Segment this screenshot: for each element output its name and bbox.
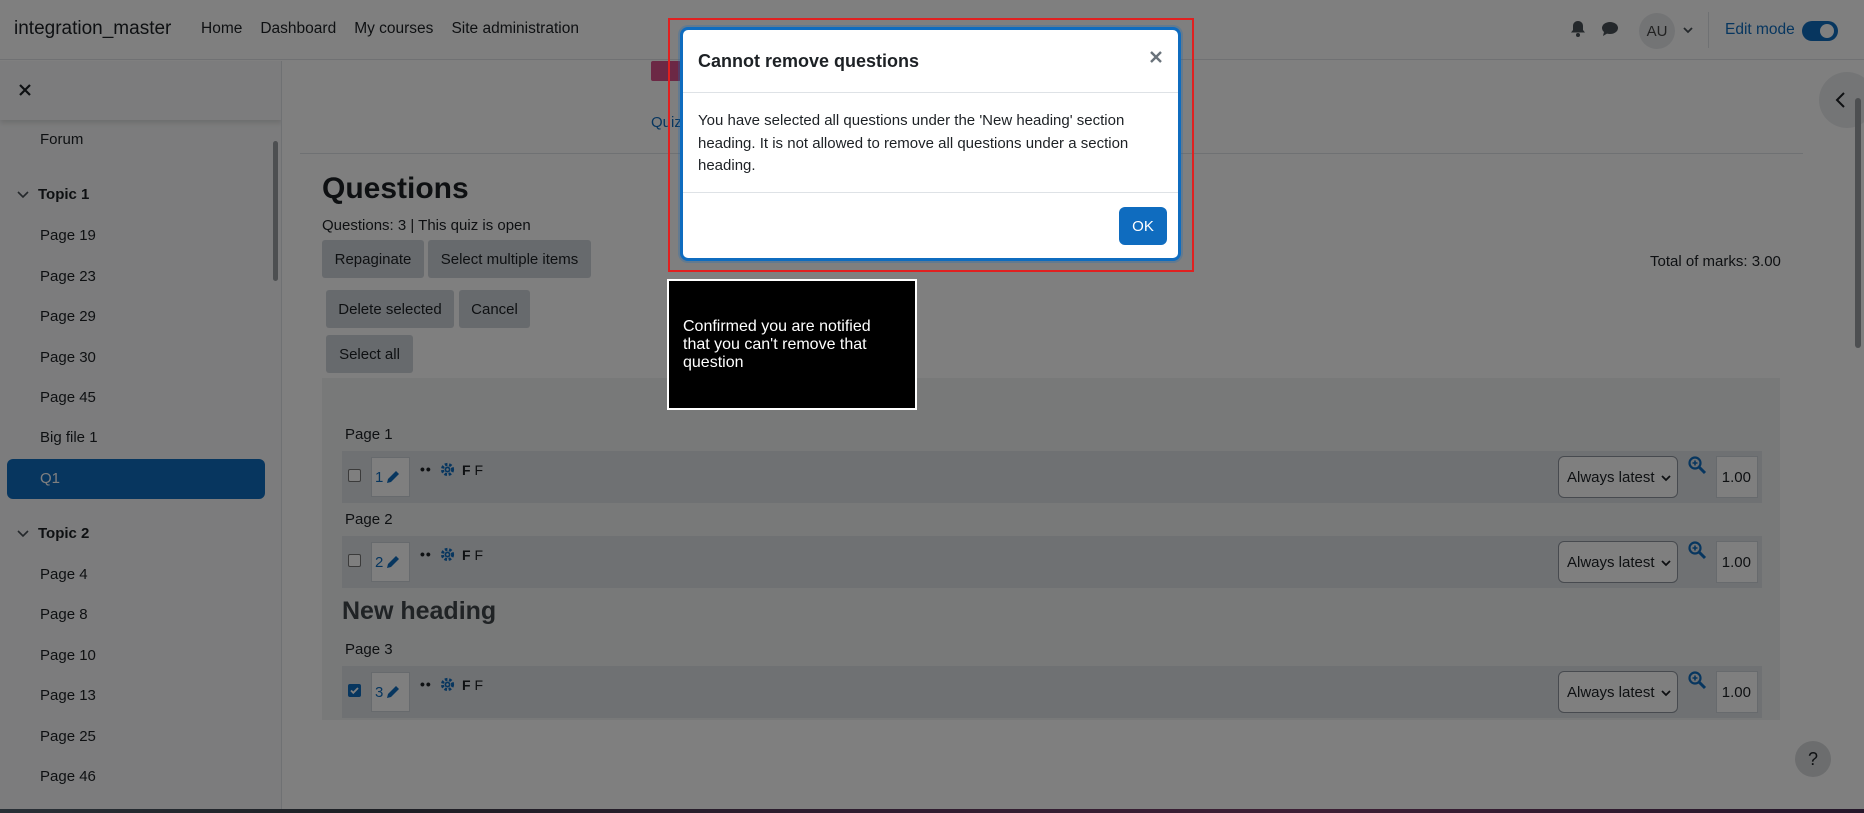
dialog-title: Cannot remove questions [698,51,920,71]
dialog-body: You have selected all questions under th… [698,112,1129,174]
close-icon[interactable] [1147,48,1165,66]
cannot-remove-dialog: Cannot remove questions You have selecte… [680,27,1181,261]
dialog-divider [683,192,1178,193]
ok-button[interactable]: OK [1119,207,1167,245]
dialog-divider [683,92,1178,93]
annotation-callout: Confirmed you are notified that you can'… [667,279,917,410]
